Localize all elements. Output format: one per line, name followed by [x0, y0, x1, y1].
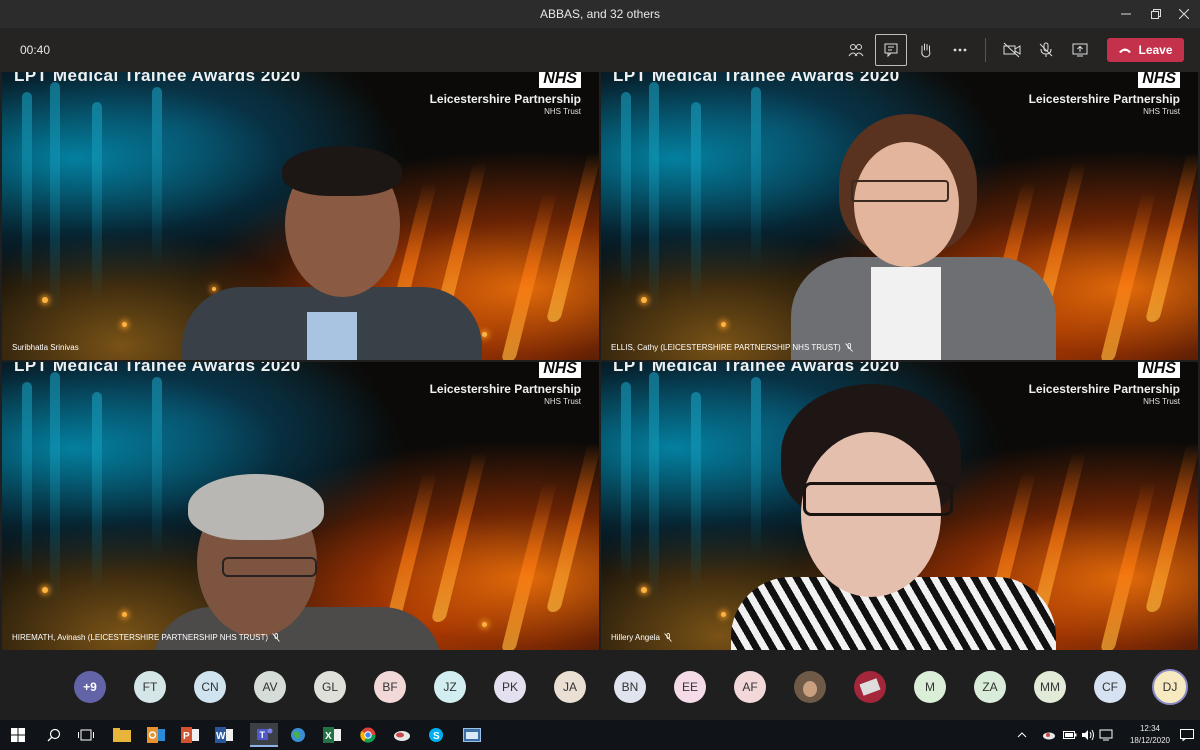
- svg-text:P: P: [183, 731, 190, 742]
- network-icon[interactable]: [1098, 723, 1114, 747]
- window-title-bar: ABBAS, and 32 others: [0, 0, 1200, 28]
- phone-hangup-icon: [1119, 48, 1132, 53]
- share-screen-icon[interactable]: [1064, 34, 1096, 66]
- window-title: ABBAS, and 32 others: [539, 7, 661, 21]
- participant-avatar[interactable]: M: [914, 671, 946, 703]
- search-icon[interactable]: [42, 723, 66, 747]
- participant-avatar[interactable]: BF: [374, 671, 406, 703]
- windows-taskbar: P W T X S 12:34 18/12/2020: [0, 720, 1200, 750]
- participant-avatar[interactable]: JZ: [434, 671, 466, 703]
- powerpoint-icon[interactable]: P: [178, 723, 202, 747]
- org-name: Leicestershire Partnership: [1028, 92, 1180, 106]
- overflow-participants-badge[interactable]: +9: [74, 671, 106, 703]
- close-icon[interactable]: [1164, 0, 1200, 28]
- nhs-logo: NHS: [539, 72, 581, 88]
- event-title: LPT Medical Trainee Awards 2020: [14, 72, 301, 85]
- leave-label: Leave: [1138, 43, 1173, 57]
- clock-time: 12:34: [1139, 724, 1160, 733]
- skype-icon[interactable]: S: [424, 723, 448, 747]
- event-title: LPT Medical Trainee Awards 2020: [14, 362, 301, 375]
- participant-name-tag: ELLIS, Cathy (LEICESTERSHIRE PARTNERSHIP…: [611, 343, 853, 352]
- org-subtitle: NHS Trust: [1143, 397, 1180, 406]
- event-title: LPT Medical Trainee Awards 2020: [613, 362, 900, 375]
- file-explorer-icon[interactable]: [110, 723, 134, 747]
- muted-mic-icon: [664, 633, 672, 642]
- org-name: Leicestershire Partnership: [429, 92, 581, 106]
- video-tile[interactable]: LPT Medical Trainee Awards 2020 NHS Leic…: [2, 362, 599, 650]
- word-icon[interactable]: W: [212, 723, 236, 747]
- participant-roster: +9 FT CN AV GL BF JZ PK JA BN EE AF M ZA…: [0, 656, 1200, 720]
- svg-text:X: X: [325, 731, 332, 742]
- svg-text:S: S: [433, 731, 440, 742]
- globe-icon[interactable]: [286, 723, 310, 747]
- participant-avatar[interactable]: BN: [614, 671, 646, 703]
- participant-name: ELLIS, Cathy (LEICESTERSHIRE PARTNERSHIP…: [611, 343, 841, 352]
- participant-avatar[interactable]: CF: [1094, 671, 1126, 703]
- participant-name-tag: Hillery Angela: [611, 633, 672, 642]
- nhs-logo: NHS: [1138, 362, 1180, 378]
- leave-button[interactable]: Leave: [1107, 38, 1184, 62]
- participant-avatar[interactable]: EE: [674, 671, 706, 703]
- self-avatar[interactable]: DJ: [1152, 669, 1188, 705]
- chrome-icon[interactable]: [356, 723, 380, 747]
- app-window-icon[interactable]: [460, 723, 484, 747]
- video-tile[interactable]: LPT Medical Trainee Awards 2020 NHS Leic…: [601, 362, 1198, 650]
- participant-avatar[interactable]: CN: [194, 671, 226, 703]
- participant-avatar[interactable]: MM: [1034, 671, 1066, 703]
- more-options-icon[interactable]: [944, 34, 976, 66]
- participant-name-tag: Suribhatla Srinivas: [12, 343, 79, 352]
- participant-avatar-photo[interactable]: [794, 671, 826, 703]
- org-name: Leicestershire Partnership: [1028, 382, 1180, 396]
- mic-off-icon[interactable]: [1030, 34, 1062, 66]
- volume-icon[interactable]: [1080, 723, 1096, 747]
- excel-icon[interactable]: X: [320, 723, 344, 747]
- windows-start-icon[interactable]: [6, 723, 30, 747]
- clock-date: 18/12/2020: [1129, 736, 1170, 745]
- participant-avatar[interactable]: AF: [734, 671, 766, 703]
- battery-icon[interactable]: [1062, 723, 1078, 747]
- notifications-icon[interactable]: [1178, 723, 1196, 747]
- chat-icon[interactable]: [875, 34, 907, 66]
- participant-avatar[interactable]: ZA: [974, 671, 1006, 703]
- participant-name: HIREMATH, Avinash (LEICESTERSHIRE PARTNE…: [12, 633, 269, 642]
- camera-off-icon[interactable]: [996, 34, 1028, 66]
- call-timer: 00:40: [20, 43, 51, 57]
- org-subtitle: NHS Trust: [1143, 107, 1180, 116]
- video-tile[interactable]: LPT Medical Trainee Awards 2020 NHS Leic…: [2, 72, 599, 360]
- raise-hand-icon[interactable]: [910, 34, 942, 66]
- org-name: Leicestershire Partnership: [429, 382, 581, 396]
- participant-avatar-photo[interactable]: [854, 671, 886, 703]
- event-title: LPT Medical Trainee Awards 2020: [613, 72, 900, 85]
- org-subtitle: NHS Trust: [544, 107, 581, 116]
- clock[interactable]: 12:34 18/12/2020: [1130, 723, 1170, 747]
- org-subtitle: NHS Trust: [544, 397, 581, 406]
- svg-text:W: W: [216, 731, 226, 742]
- svg-text:T: T: [260, 730, 266, 740]
- tray-app-icon[interactable]: [1040, 723, 1058, 747]
- tray-chevron-icon[interactable]: [1014, 723, 1030, 747]
- meeting-toolbar: 00:40 Leave: [0, 28, 1200, 72]
- app-icon[interactable]: [390, 723, 414, 747]
- participant-avatar[interactable]: JA: [554, 671, 586, 703]
- participant-name: Hillery Angela: [611, 633, 660, 642]
- toolbar-divider: [985, 38, 986, 62]
- outlook-icon[interactable]: [144, 723, 168, 747]
- muted-mic-icon: [844, 343, 853, 352]
- participant-avatar[interactable]: FT: [134, 671, 166, 703]
- participant-avatar[interactable]: GL: [314, 671, 346, 703]
- video-tile[interactable]: LPT Medical Trainee Awards 2020 NHS Leic…: [601, 72, 1198, 360]
- participant-name: Suribhatla Srinivas: [12, 343, 79, 352]
- nhs-logo: NHS: [539, 362, 581, 378]
- participant-avatar[interactable]: AV: [254, 671, 286, 703]
- participant-avatar[interactable]: PK: [494, 671, 526, 703]
- participant-name-tag: HIREMATH, Avinash (LEICESTERSHIRE PARTNE…: [12, 633, 280, 642]
- task-view-icon[interactable]: [74, 723, 98, 747]
- muted-mic-icon: [272, 633, 280, 642]
- teams-icon[interactable]: T: [250, 723, 278, 747]
- participants-icon[interactable]: [840, 34, 872, 66]
- nhs-logo: NHS: [1138, 72, 1180, 88]
